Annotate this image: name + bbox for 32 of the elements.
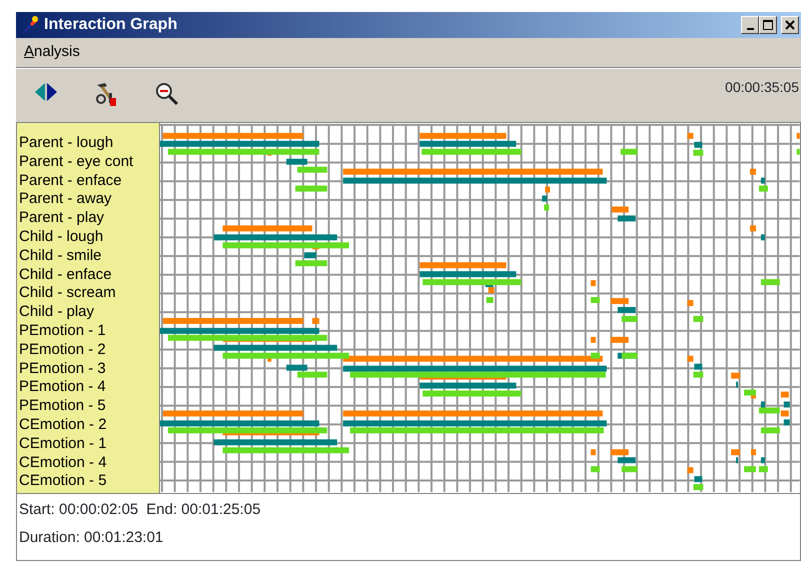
- row-label: CEmotion - 4: [18, 454, 108, 472]
- duration-text: Duration: 00:01:23:01: [19, 528, 164, 548]
- row-label: Parent - enface: [18, 172, 123, 190]
- row-label: CEmotion - 1: [18, 434, 108, 454]
- row-label: Child - scream: [18, 284, 117, 304]
- row-label: Parent - eye cont: [18, 152, 134, 172]
- window-title: Interaction Graph: [44, 15, 178, 35]
- torch-icon: [20, 15, 40, 35]
- minimize-button[interactable]: [741, 16, 759, 34]
- row-label: Child - lough: [18, 228, 104, 247]
- close-icon: [785, 20, 795, 30]
- row-label: Parent - play: [18, 209, 106, 228]
- row-label: Parent - away: [18, 190, 113, 210]
- row-label: PEmotion - 2: [18, 340, 107, 360]
- maximize-icon: [763, 20, 773, 30]
- row-label: Parent - lough: [18, 134, 114, 153]
- row-label: PEmotion - 5: [18, 397, 107, 416]
- row-label: PEmotion - 1: [18, 322, 107, 341]
- minimize-icon: [746, 28, 754, 30]
- time-display: 00:00:35:05: [725, 78, 799, 97]
- row-label: CEmotion - 5: [18, 472, 108, 492]
- menu-item[interactable]: Analysis: [22, 41, 82, 64]
- row-label: CEmotion - 2: [18, 416, 108, 435]
- row-label: Child - smile: [18, 246, 103, 266]
- row-label: PEmotion - 3: [18, 360, 107, 378]
- row-label: Child - play: [18, 303, 96, 322]
- row-label: Child - enface: [18, 266, 113, 284]
- end-time: End: 00:01:25:05: [146, 500, 261, 520]
- close-button[interactable]: [781, 16, 799, 34]
- maximize-button[interactable]: [759, 16, 777, 34]
- row-label: PEmotion - 4: [18, 378, 107, 398]
- start-time: Start: 00:00:02:05: [19, 500, 138, 520]
